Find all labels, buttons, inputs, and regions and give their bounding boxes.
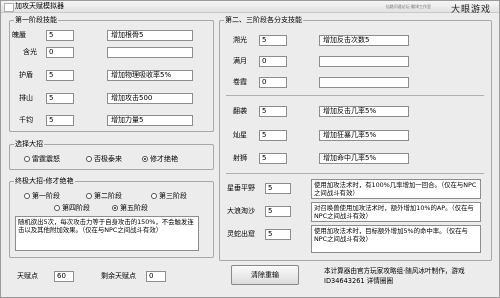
tier23-skill-desc: 增加反击几率5% — [319, 106, 409, 117]
tier23-skill-value[interactable]: 0 — [259, 77, 287, 88]
big-move-radio-label: 否极泰来 — [94, 155, 122, 163]
tier23-skill-value[interactable]: 5 — [259, 35, 287, 46]
big-move-radio[interactable]: 修才绝艳 — [142, 155, 178, 164]
tier23-group-title: 第二、三阶段各分支技能 — [224, 16, 303, 25]
stage-radio-label: 第一阶段 — [32, 192, 60, 200]
tier23-skill-value[interactable]: 5 — [259, 130, 287, 141]
window-title: 加攻天赋模拟器 — [15, 2, 64, 10]
tier1-group-title: 第一阶段技能 — [14, 16, 58, 25]
tier23-skill-name: 星垂平野 — [227, 184, 255, 192]
tier1-skill-name: 千钧 — [19, 116, 33, 124]
tier23-skill-value[interactable]: 5 — [259, 153, 287, 164]
tier1-skill-value[interactable]: 5 — [46, 115, 74, 126]
points-input[interactable]: 60 — [54, 271, 74, 282]
app-icon — [4, 3, 14, 12]
radio-icon — [54, 205, 60, 211]
final-move-description: 随机欲出5次，每次攻击力等于自身攻击的150%，不会触发连击以及其他附加效果。（… — [15, 216, 199, 251]
big-move-radio-label: 雷霆震怒 — [32, 155, 60, 163]
tier1-skill-name: 魄蜃 — [12, 31, 26, 39]
tier23-skill-value[interactable]: 0 — [259, 56, 287, 67]
tier23-skill-name: 卷霞 — [233, 78, 247, 86]
tier23-skill-value[interactable]: 5 — [259, 106, 287, 117]
radio-icon — [24, 156, 30, 162]
tier23-skill-desc: 增加命中几率5% — [319, 153, 409, 164]
tier23-skill-desc: 使用加攻法术时，目标额外增加5%的命中率。（仅在与NPC之间战斗有效） — [311, 225, 481, 253]
tier1-skill-desc: 增加力量5 — [107, 115, 193, 126]
tier1-skill-value[interactable]: 5 — [46, 70, 74, 81]
big-move-group-title: 选择大招 — [14, 140, 44, 149]
points-label: 天赋点 — [17, 272, 38, 280]
tier23-skill-name: 满月 — [233, 57, 247, 65]
big-move-radio[interactable]: 否极泰来 — [86, 155, 122, 164]
remaining-points-input[interactable]: 0 — [146, 271, 166, 282]
stage-radio-label: 第二阶段 — [94, 192, 122, 200]
tier23-skill-name: 灵蛇出窟 — [227, 230, 255, 238]
big-move-radio-label: 修才绝艳 — [150, 155, 178, 163]
tier23-skill-name: 翻袭 — [233, 107, 247, 115]
stage-radio-label: 第五阶段 — [120, 204, 148, 212]
radio-selected-icon — [112, 205, 118, 211]
tier23-skill-value[interactable]: 5 — [265, 206, 291, 217]
tier1-skill-value[interactable]: 5 — [46, 30, 74, 41]
tier23-skill-name: 大浪淘沙 — [227, 207, 255, 215]
tier23-skill-desc — [319, 56, 409, 67]
section-divider — [226, 173, 484, 174]
tier1-skill-desc: 增加根骨5 — [107, 30, 193, 41]
tier23-skill-desc — [319, 77, 409, 88]
tier23-skill-desc: 增加反击次数5 — [319, 35, 409, 46]
tier23-skill-name: 射狮 — [233, 154, 247, 162]
big-move-radio[interactable]: 雷霆震怒 — [24, 155, 60, 164]
stage-radio[interactable]: 第三阶段 — [151, 192, 187, 201]
stage-radio-label: 第三阶段 — [159, 192, 187, 200]
tier1-skill-name: 含光 — [23, 48, 37, 56]
stage-radio[interactable]: 第一阶段 — [24, 192, 60, 201]
tier23-skill-desc: 使用加攻法术时，有100%几率增加一回合。（仅在与NPC之间战斗有效） — [311, 179, 481, 199]
radio-icon — [24, 193, 30, 199]
brand-logo: 大眼游戏 — [450, 5, 491, 15]
logo-subtitle: 仙路问道论坛·翻译工作室 — [385, 4, 431, 9]
tier1-skill-name: 排山 — [19, 94, 33, 102]
tier23-skill-name: 溯光 — [233, 36, 247, 44]
radio-selected-icon — [142, 156, 148, 162]
title-bar: 加攻天赋模拟器 仙路问道论坛·翻译工作室 大眼游戏 — [1, 1, 499, 15]
section-divider — [226, 95, 484, 96]
tier23-skill-name: 灿星 — [233, 131, 247, 139]
radio-icon — [151, 193, 157, 199]
remaining-points-label: 剩余天赋点 — [101, 272, 136, 280]
credit-text: 本计算器由官方玩家攻略组·随风冰叶制作，游戏ID34643261 详情圈圈 — [324, 267, 465, 285]
simulator-window: 加攻天赋模拟器 仙路问道论坛·翻译工作室 大眼游戏 第一阶段技能 魄蜃 5 增加… — [0, 0, 500, 298]
tier23-skill-desc: 增加狂暴几率5% — [319, 130, 409, 141]
tier1-skill-value[interactable]: 5 — [46, 93, 74, 104]
tier1-skill-desc: 增加攻击500 — [107, 93, 193, 104]
tier23-skill-desc: 对召唤兽使用加攻法术时，额外增加10%的AP。（仅在与NPC之间战斗有效） — [311, 202, 481, 222]
tier1-skill-desc: 增加物理吸收率5% — [107, 70, 193, 81]
radio-icon — [86, 193, 92, 199]
tier23-skill-value[interactable]: 5 — [265, 229, 291, 240]
tier23-skill-value[interactable]: 5 — [265, 183, 291, 194]
stage-radio-label: 第四阶段 — [62, 204, 90, 212]
tier1-skill-name: 护盾 — [19, 71, 33, 79]
stage-radio[interactable]: 第二阶段 — [86, 192, 122, 201]
stage-radio[interactable]: 第四阶段 — [54, 204, 90, 213]
final-move-group-title: 终极大招-修才绝艳 — [14, 177, 75, 186]
reset-button[interactable]: 清除重输 — [231, 265, 299, 285]
stage-radio[interactable]: 第五阶段 — [112, 204, 148, 213]
tier1-skill-desc — [107, 47, 193, 58]
tier1-skill-value[interactable]: 0 — [46, 47, 74, 58]
radio-icon — [86, 156, 92, 162]
